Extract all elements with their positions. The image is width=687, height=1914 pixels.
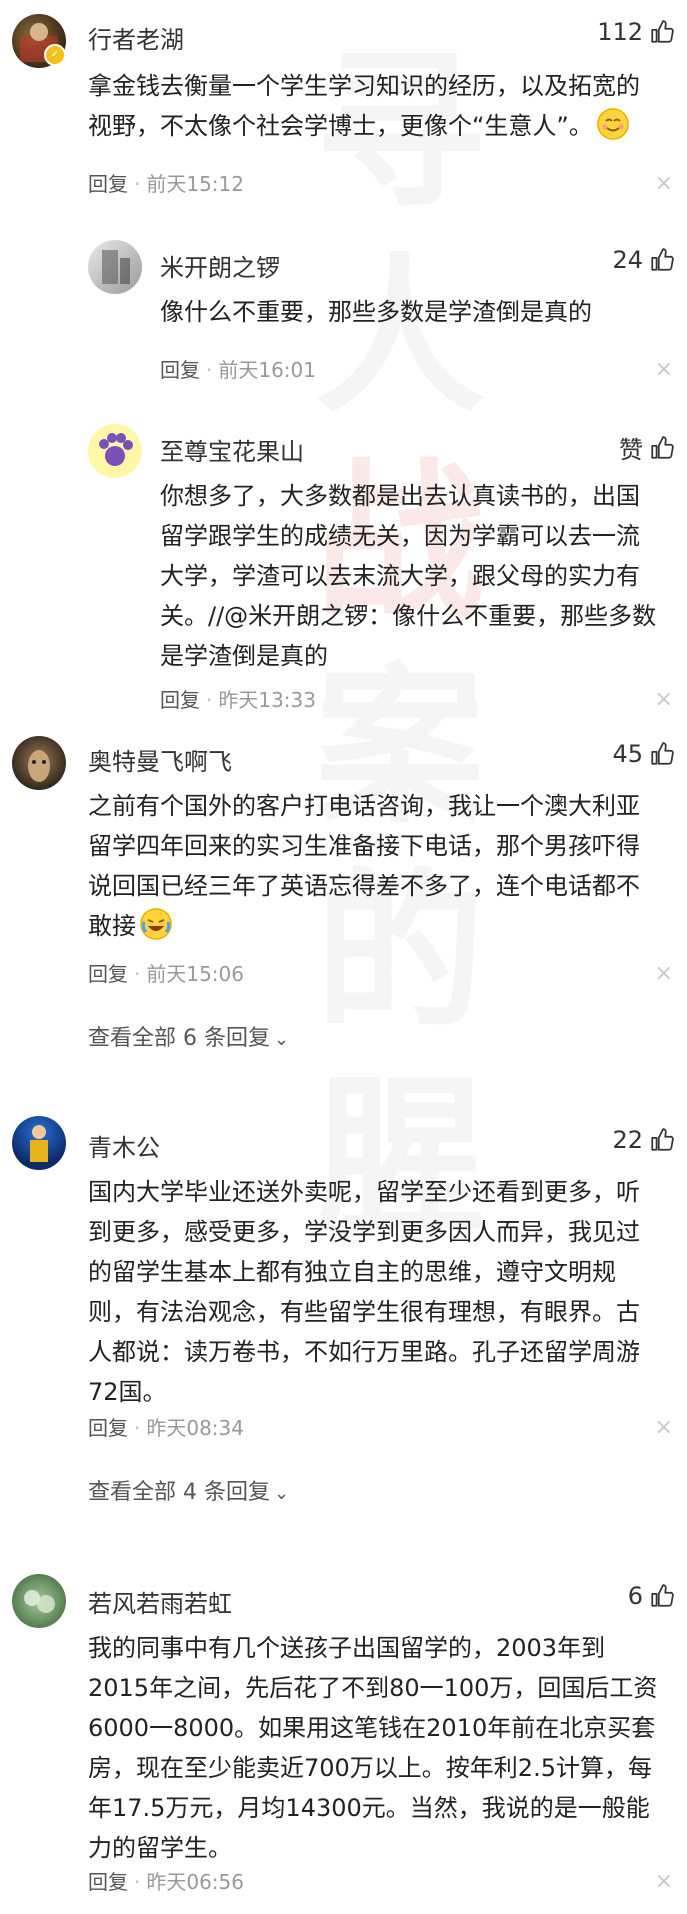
author-name[interactable]: 若风若雨若虹 [88,1584,232,1619]
close-icon[interactable]: × [655,1871,673,1893]
like-button[interactable]: 22 [612,1126,675,1154]
comment-text: 拿金钱去衡量一个学生学习知识的经历，以及拓宽的视野，不太像个社会学博士，更像个“… [88,66,663,146]
like-button[interactable]: 6 [628,1582,675,1610]
reply-button[interactable]: 回复 [88,172,128,196]
author-name[interactable]: 青木公 [88,1128,160,1163]
verified-badge-icon: ✓ [44,44,66,66]
comment-meta: 回复 · 前天16:01 [160,354,316,383]
close-icon[interactable]: × [655,173,673,195]
like-count: 6 [627,1582,643,1610]
author-name[interactable]: 奥特曼飞啊飞 [88,742,232,777]
comment-text: 像什么不重要，那些多数是学渣倒是真的 [160,298,592,326]
like-count: 112 [597,18,643,46]
laugh-cry-emoji-icon [140,908,172,940]
avatar[interactable] [12,1116,66,1170]
reply-button[interactable]: 回复 [88,1416,128,1440]
like-button[interactable]: 112 [597,18,675,46]
avatar-image-icon [102,250,130,284]
chevron-down-icon: ⌄ [273,1029,290,1050]
close-icon[interactable]: × [655,689,673,711]
like-count: 22 [612,1126,643,1154]
avatar-image-icon [24,1590,55,1613]
chevron-down-icon: ⌄ [273,1483,290,1504]
reply-button[interactable]: 回复 [88,1870,128,1894]
like-button[interactable]: 24 [612,246,675,274]
author-name[interactable]: 行者老湖 [88,20,184,55]
comment-meta: 回复 · 昨天08:34 [88,1412,244,1441]
avatar[interactable] [88,424,142,478]
smile-emoji-icon [596,108,629,140]
separator-dot: · [134,962,141,986]
like-button[interactable]: 赞 [619,430,675,465]
reply-button[interactable]: 回复 [160,688,200,712]
view-all-replies-link[interactable]: 查看全部 4 条回复 ⌄ [88,1474,289,1506]
comment-meta: 回复 · 昨天13:33 [160,684,316,713]
comment-text: 国内大学毕业还送外卖呢，留学至少还看到更多，听到更多，感受更多，学没学到更多因人… [88,1178,640,1406]
watermark-char: 人 [300,235,500,440]
close-icon[interactable]: × [655,963,673,985]
thumbs-up-icon [651,435,674,459]
like-count: 赞 [619,436,643,464]
comment-meta: 回复 · 前天15:06 [88,958,244,987]
close-icon[interactable]: × [655,1417,673,1439]
avatar[interactable] [12,736,66,790]
comment-time: 前天15:12 [146,172,244,196]
reply-button[interactable]: 回复 [160,358,200,382]
like-button[interactable]: 45 [612,740,675,768]
like-count: 45 [612,740,643,768]
thumbs-up-icon [651,20,674,43]
author-name[interactable]: 米开朗之锣 [160,248,280,283]
comment-time: 昨天06:56 [146,1870,244,1894]
thumbs-up-icon [651,248,674,271]
comment-text-content: 拿金钱去衡量一个学生学习知识的经历，以及拓宽的视野，不太像个社会学博士，更像个“… [88,72,640,140]
thumbs-up-icon [651,1128,674,1151]
thumbs-up-icon [651,742,674,765]
view-all-label: 查看全部 4 条回复 [88,1480,270,1505]
like-count: 24 [612,246,643,274]
author-name[interactable]: 至尊宝花果山 [160,432,304,467]
comment-meta: 回复 · 昨天06:56 [88,1866,244,1895]
separator-dot: · [206,688,213,712]
comment-time: 昨天13:33 [218,688,316,712]
avatar[interactable] [12,1574,66,1628]
avatar-image-icon [30,1125,48,1162]
separator-dot: · [206,358,213,382]
paw-avatar-icon [99,433,133,466]
avatar-image-icon [28,750,50,782]
separator-dot: · [134,172,141,196]
comment-time: 昨天08:34 [146,1416,244,1440]
comment-text: 你想多了，大多数都是出去认真读书的，出国留学跟学生的成绩无关，因为学霸可以去一流… [160,482,657,670]
comment-text: 之前有个国外的客户打电话咨询，我让一个澳大利亚留学四年回来的实习生准备接下电话，… [88,786,663,946]
separator-dot: · [134,1416,141,1440]
comment-time: 前天15:06 [146,962,244,986]
comment-time: 前天16:01 [218,358,316,382]
close-icon[interactable]: × [655,359,673,381]
reply-button[interactable]: 回复 [88,962,128,986]
avatar[interactable] [88,240,142,294]
comment-text: 我的同事中有几个送孩子出国留学的，2003年到2015年之间，先后花了不到80一… [88,1634,658,1862]
comment-meta: 回复 · 前天15:12 [88,168,244,197]
separator-dot: · [134,1870,141,1894]
view-all-replies-link[interactable]: 查看全部 6 条回复 ⌄ [88,1020,289,1052]
thumbs-up-icon [651,1584,674,1607]
view-all-label: 查看全部 6 条回复 [88,1026,270,1051]
